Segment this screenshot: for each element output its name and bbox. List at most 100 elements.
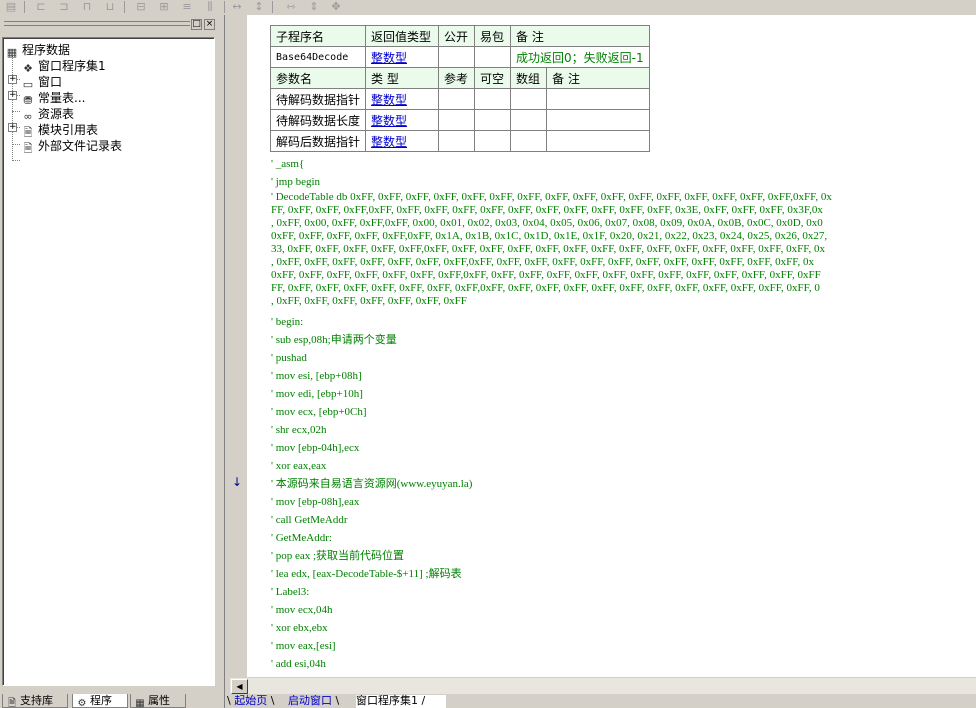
same-height-icon[interactable]: ↕ <box>250 0 268 14</box>
param-ref[interactable] <box>438 130 476 152</box>
param-array[interactable] <box>510 130 548 152</box>
subroutine-note[interactable]: 成功返回0；失败返回-1 <box>510 46 650 68</box>
scroll-left-icon[interactable]: ◀ <box>231 679 248 694</box>
param-note[interactable] <box>546 130 650 152</box>
align-bottom-icon[interactable]: ⊔ <box>101 0 119 14</box>
code-line[interactable]: ' _asm{ <box>271 157 304 171</box>
code-line[interactable]: ' mov eax,[esi] <box>271 639 336 653</box>
param-type[interactable]: 整数型 <box>365 130 440 152</box>
expand-icon[interactable]: + <box>8 91 17 100</box>
align-top-icon[interactable]: ⊓ <box>78 0 96 14</box>
code-line[interactable]: ' xor eax,eax <box>271 459 326 473</box>
param-name[interactable]: 待解码数据长度 <box>269 109 367 131</box>
tree-item-module-refs[interactable]: 🗎 模块引用表 <box>21 122 99 139</box>
code-line[interactable]: ' pop eax ;获取当前代码位置 <box>271 549 404 563</box>
code-line[interactable]: ' call GetMeAddr <box>271 513 348 527</box>
panel-grip[interactable] <box>4 25 190 26</box>
tab-program[interactable]: ⚙ 程序 <box>72 694 128 708</box>
distribute-icon[interactable]: ≡ <box>178 0 196 14</box>
param-name[interactable]: 解码后数据指针 <box>269 130 367 152</box>
code-line[interactable]: ' mov [ebp-08h],eax <box>271 495 359 509</box>
code-line[interactable]: ' add esi,04h <box>271 657 326 671</box>
expand-icon[interactable]: + <box>8 123 17 132</box>
code-line[interactable]: ' xor ebx,ebx <box>271 621 328 635</box>
code-line[interactable]: ' mov esi, [ebp+08h] <box>271 369 362 383</box>
center-vertical-icon[interactable]: ⊞ <box>155 0 173 14</box>
subroutine-row: Base64Decode 整数型 成功返回0；失败返回-1 <box>269 46 650 68</box>
horizontal-scrollbar[interactable]: ◀ <box>230 677 976 694</box>
code-line[interactable]: ' begin: <box>271 315 303 329</box>
subroutine-header-row: 子程序名 返回值类型 公开 易包 备 注 <box>269 25 650 47</box>
param-nullable[interactable] <box>474 130 512 152</box>
tab-properties[interactable]: ▦ 属性 <box>130 694 186 708</box>
code-line[interactable]: ' mov ecx,04h <box>271 603 333 617</box>
vertical-size-icon[interactable]: ⇕ <box>305 0 323 14</box>
same-width-icon[interactable]: ↔ <box>228 0 246 14</box>
toolbar: ▤ ⊏ ⊐ ⊓ ⊔ ⊟ ⊞ ≡ ⫼ ↔ ↕ ⇿ ⇕ ✥ <box>0 0 976 15</box>
tab-label: 支持库 <box>20 694 53 707</box>
param-name[interactable]: 待解码数据指针 <box>269 88 367 110</box>
panel-grip[interactable] <box>4 21 190 22</box>
tab-start-page[interactable]: \ 起始页 \ <box>227 695 283 708</box>
tree-item-label: 窗口程序集1 <box>38 59 106 73</box>
code-line[interactable]: ' sub esp,08h;申请两个变量 <box>271 333 397 347</box>
tree-item-window[interactable]: ▭ 窗口 <box>21 74 62 91</box>
code-line[interactable]: ' mov [ebp-04h],ecx <box>271 441 359 455</box>
param-nullable[interactable] <box>474 88 512 110</box>
code-area[interactable]: 子程序名 返回值类型 公开 易包 备 注 Base64Decode 整数型 成功… <box>247 15 976 677</box>
align-right-icon[interactable]: ⊐ <box>55 0 73 14</box>
same-size-icon[interactable]: ⇿ <box>282 0 300 14</box>
center-icon[interactable]: ✥ <box>327 0 345 14</box>
tree-item-assembly[interactable]: ❖ 窗口程序集1 <box>21 58 106 75</box>
tree-item-constants[interactable]: ⛃ 常量表... <box>21 90 86 107</box>
tab-separator: \ <box>335 694 340 707</box>
param-ref[interactable] <box>438 88 476 110</box>
tab-support-library[interactable]: 🗎 支持库 <box>2 694 68 708</box>
editor-gutter[interactable]: ↓ <box>226 15 247 677</box>
tree-connector <box>12 111 20 112</box>
header-cell: 可空 <box>474 67 512 89</box>
code-line[interactable]: ' jmp begin <box>271 175 320 189</box>
decode-table-code[interactable]: ' DecodeTable db 0xFF, 0xFF, 0xFF, 0xFF,… <box>271 191 832 308</box>
tab-startup-window[interactable]: 启动窗口 \ <box>288 695 354 708</box>
tree-item-external-files[interactable]: 🗎 外部文件记录表 <box>21 138 122 155</box>
distribute-vertical-icon[interactable]: ⫼ <box>201 0 219 14</box>
return-type[interactable]: 整数型 <box>365 46 440 68</box>
param-array[interactable] <box>510 88 548 110</box>
panel-close-button[interactable]: × <box>204 19 215 30</box>
tree-item-label: 模块引用表 <box>38 123 99 137</box>
tree-connector <box>12 144 20 145</box>
save-icon[interactable]: ▤ <box>2 0 20 14</box>
code-line[interactable]: ' shr ecx,02h <box>271 423 326 437</box>
code-line[interactable]: ' pushad <box>271 351 307 365</box>
center-horizontal-icon[interactable]: ⊟ <box>132 0 150 14</box>
subroutine-name[interactable]: Base64Decode <box>269 46 367 68</box>
tree-root[interactable]: ▦ 程序数据 <box>5 42 70 59</box>
public-cell[interactable] <box>438 46 476 68</box>
param-array[interactable] <box>510 109 548 131</box>
header-cell: 备 注 <box>546 67 650 89</box>
panel-minimize-button[interactable]: □ <box>191 19 202 30</box>
param-note[interactable] <box>546 109 650 131</box>
code-line[interactable]: ' lea edx, [eax-DecodeTable-$+11] ;解码表 <box>271 567 462 581</box>
code-line[interactable]: ' mov ecx, [ebp+0Ch] <box>271 405 367 419</box>
header-cell: 备 注 <box>510 25 650 47</box>
tree-item-label: 常量表... <box>38 91 86 105</box>
param-type[interactable]: 整数型 <box>365 109 440 131</box>
param-type[interactable]: 整数型 <box>365 88 440 110</box>
align-left-icon[interactable]: ⊏ <box>32 0 50 14</box>
tab-window-assembly[interactable]: 窗口程序集1 / <box>356 695 446 708</box>
toolbar-separator <box>224 1 225 13</box>
expand-icon[interactable]: + <box>8 75 17 84</box>
code-line[interactable]: ' mov edi, [ebp+10h] <box>271 387 363 401</box>
param-note[interactable] <box>546 88 650 110</box>
code-line[interactable]: ' Label3: <box>271 585 309 599</box>
package-cell[interactable] <box>474 46 512 68</box>
param-ref[interactable] <box>438 109 476 131</box>
code-line[interactable]: ' GetMeAddr: <box>271 531 332 545</box>
tree-item-resources[interactable]: ∞ 资源表 <box>21 106 74 123</box>
param-nullable[interactable] <box>474 109 512 131</box>
code-line-current[interactable]: ' 本源码来自易语言资源网(www.eyuyan.la) <box>271 477 472 491</box>
tab-label: 启动窗口 <box>288 694 332 707</box>
tree-connector <box>12 56 13 161</box>
